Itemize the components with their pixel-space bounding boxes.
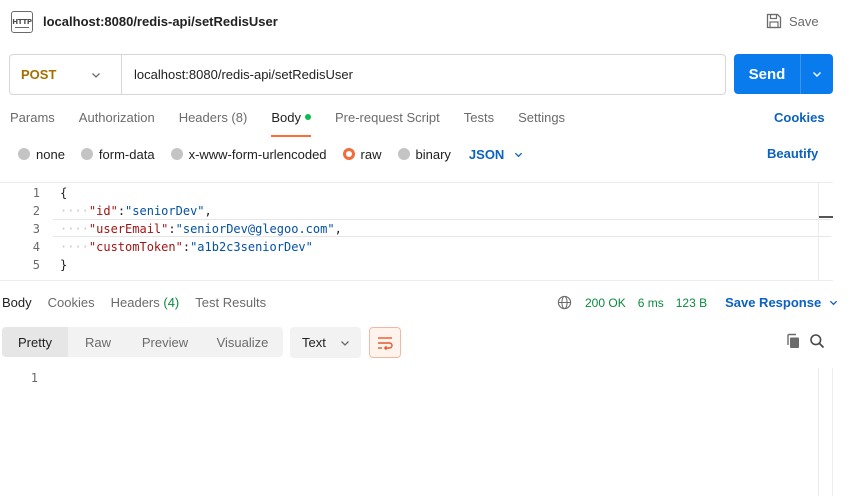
json-key: "userEmail" (88, 222, 169, 236)
line-number: 1 (32, 186, 40, 200)
scroll-marker (819, 216, 833, 218)
json-key: "customToken" (88, 240, 183, 254)
body-format-label: JSON (468, 146, 505, 162)
save-response-button[interactable]: Save Response (725, 295, 838, 310)
chevron-down-icon (830, 300, 838, 306)
tab-headers[interactable]: Headers (8) (179, 110, 248, 132)
radio-x-www-form-urlencoded[interactable]: x-www-form-urlencoded (170, 146, 327, 162)
wrap-lines-button[interactable] (369, 327, 401, 358)
json-key: "id" (88, 204, 118, 218)
chevron-down-icon (813, 72, 821, 77)
search-icon[interactable] (809, 333, 825, 349)
response-scrollbar[interactable] (818, 368, 833, 496)
radio-label: none (36, 146, 65, 162)
tab-tests[interactable]: Tests (464, 110, 494, 132)
json-value: "seniorDev@glegoo.com" (175, 222, 335, 236)
response-time[interactable]: 6 ms (638, 296, 664, 310)
body-format-select[interactable]: JSON (469, 147, 523, 162)
chevron-down-icon (515, 152, 523, 157)
json-value: "a1b2c3seniorDev" (190, 240, 313, 254)
status-code[interactable]: 200 OK (585, 296, 626, 310)
save-button[interactable]: Save (766, 13, 819, 29)
view-pretty[interactable]: Pretty (2, 327, 68, 357)
tab-pre-request-script[interactable]: Pre-request Script (335, 110, 440, 132)
response-tabs: Body Cookies Headers (4) Test Results (2, 295, 282, 310)
response-meta: 200 OK 6 ms 123 B Save Response (557, 295, 838, 310)
globe-icon[interactable] (557, 295, 572, 310)
tab-body[interactable]: Body (271, 110, 311, 137)
resp-tab-headers[interactable]: Headers (4) (111, 295, 180, 310)
response-format-select[interactable]: Text (290, 327, 361, 358)
request-title[interactable]: localhost:8080/redis-api/setRedisUser (43, 14, 278, 29)
tab-body-label: Body (271, 110, 301, 125)
save-label: Save (789, 13, 819, 29)
resp-tab-headers-label: Headers (110, 295, 160, 310)
radio-none[interactable]: none (18, 147, 65, 162)
send-options-button[interactable] (801, 69, 833, 79)
copy-icon[interactable] (785, 333, 801, 349)
chevron-down-icon (92, 72, 100, 78)
radio-circle (170, 148, 183, 160)
radio-circle (397, 148, 410, 160)
http-request-icon: HTTP (11, 11, 33, 33)
url-input[interactable]: localhost:8080/redis-api/setRedisUser (122, 67, 353, 82)
save-response-label: Save Response (725, 295, 822, 310)
code-line-id: ····"id":"seniorDev", (60, 204, 212, 218)
tab-authorization[interactable]: Authorization (79, 110, 155, 132)
line-number: 3 (32, 222, 40, 236)
radio-form-data[interactable]: form-data (80, 146, 155, 162)
view-mode-segmented: Pretty Raw Preview Visualize (2, 327, 283, 357)
radio-circle (18, 148, 30, 160)
radio-circle (80, 148, 93, 160)
json-value: "seniorDev" (125, 204, 205, 218)
json-trail: , (204, 204, 212, 218)
url-bar: POST localhost:8080/redis-api/setRedisUs… (9, 54, 726, 95)
view-raw[interactable]: Raw (68, 327, 128, 357)
resp-tab-test-results[interactable]: Test Results (195, 295, 266, 310)
send-button-group: Send (734, 54, 833, 94)
json-trail: , (334, 222, 342, 236)
wrap-lines-icon (378, 336, 393, 350)
code-open-brace: { (60, 186, 68, 200)
method-label: POST (21, 67, 57, 82)
code-line-user-email: ····"userEmail":"seniorDev@glegoo.com", (60, 222, 342, 236)
line-number: 5 (32, 258, 40, 272)
radio-label: x-www-form-urlencoded (188, 146, 327, 162)
radio-raw[interactable]: raw (342, 146, 382, 162)
radio-circle-selected (342, 148, 355, 160)
request-tabs: Params Authorization Headers (8) Body Pr… (10, 110, 589, 137)
tab-settings[interactable]: Settings (518, 110, 565, 132)
chevron-down-icon (340, 340, 349, 346)
headers-count: (4) (163, 295, 180, 310)
response-line-number: 1 (30, 371, 38, 385)
radio-binary[interactable]: binary (397, 146, 451, 162)
body-type-options: none form-data x-www-form-urlencoded raw… (18, 146, 523, 162)
radio-label: form-data (98, 146, 155, 162)
title-bar: HTTP localhost:8080/redis-api/setRedisUs… (0, 0, 855, 44)
resp-tab-body[interactable]: Body (2, 295, 32, 310)
view-visualize[interactable]: Visualize (202, 327, 283, 357)
line-number: 2 (32, 204, 40, 218)
code-close-brace: } (60, 258, 68, 272)
method-select[interactable]: POST (10, 55, 122, 94)
body-indicator-dot (304, 113, 311, 120)
response-format-label: Text (302, 335, 326, 350)
body-code-editor[interactable]: 1 2 3 4 5 { ····"id":"seniorDev", ····"u… (0, 182, 833, 281)
beautify-link[interactable]: Beautify (767, 146, 818, 161)
tab-params[interactable]: Params (10, 110, 55, 132)
save-icon (766, 13, 782, 29)
response-size[interactable]: 123 B (676, 296, 707, 310)
editor-scrollbar[interactable] (818, 183, 833, 281)
radio-label: raw (360, 146, 382, 162)
view-preview[interactable]: Preview (128, 327, 202, 357)
code-line-custom-token: ····"customToken":"a1b2c3seniorDev" (60, 240, 313, 254)
resp-tab-cookies[interactable]: Cookies (48, 295, 95, 310)
send-button[interactable]: Send (734, 66, 800, 83)
cookies-link[interactable]: Cookies (774, 110, 825, 125)
line-number: 4 (32, 240, 40, 254)
radio-label: binary (415, 146, 451, 162)
